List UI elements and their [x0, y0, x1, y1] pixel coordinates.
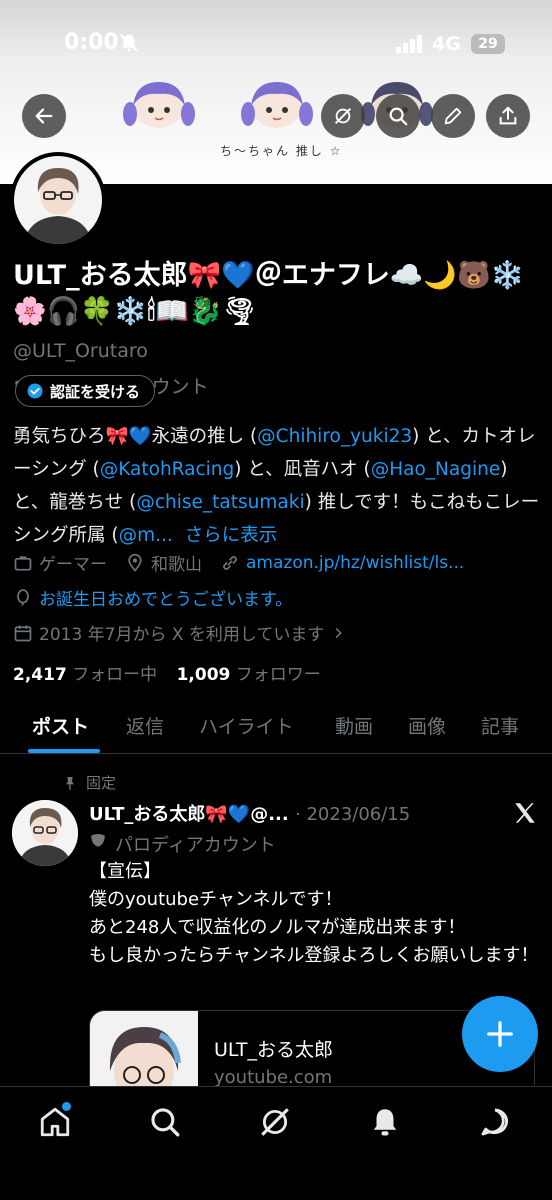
plus-icon: [487, 1021, 513, 1047]
get-verified-button[interactable]: 認証を受ける: [15, 375, 156, 407]
pinned-label: 固定: [86, 774, 117, 792]
arrow-left-icon: [35, 108, 53, 124]
briefcase-icon: [14, 555, 32, 570]
grok-icon: [334, 107, 352, 125]
followers-label: フォロワー: [235, 665, 321, 685]
search-icon: [389, 107, 408, 126]
profile-website-link[interactable]: amazon.jp/hz/wishlist/ls...: [246, 553, 464, 573]
pinned-indicator: 固定: [62, 772, 116, 793]
banner-doodle-text: ち～ちゃん 推し ☆: [220, 144, 343, 158]
tab-photos[interactable]: 画像: [408, 712, 446, 739]
grok-icon[interactable]: [258, 1105, 292, 1139]
pencil-icon: [444, 107, 462, 125]
home-notification-dot: [62, 1102, 71, 1111]
profile-category: ゲーマー: [39, 555, 107, 575]
following-link[interactable]: 2,417 フォロー中: [13, 665, 157, 685]
grok-button[interactable]: [321, 94, 365, 138]
profile-avatar[interactable]: [10, 152, 106, 248]
bio-mention-link[interactable]: @m...: [119, 525, 173, 546]
verified-badge-icon: [27, 383, 43, 399]
edit-button[interactable]: [431, 94, 475, 138]
bio-text: 勇気ちひろ🎀💙永遠の推し (: [13, 426, 258, 447]
network-type: 4G: [432, 33, 461, 55]
post-line: あと248人で収益化のノルマが達成出来ます！: [89, 917, 466, 938]
post-parody-row: パロディアカウント: [89, 831, 276, 857]
bio-mention-link[interactable]: @Chihiro_yuki23: [257, 426, 412, 447]
card-domain: youtube.com: [214, 1067, 333, 1088]
tab-highlights[interactable]: ハイライト: [199, 712, 294, 739]
compose-post-button[interactable]: [462, 996, 538, 1072]
profile-handle: @ULT_Orutaro: [13, 340, 148, 362]
follow-counts: 2,417 フォロー中 1,009 フォロワー: [13, 660, 321, 685]
active-tab-indicator: [28, 749, 100, 753]
share-icon: [499, 106, 517, 125]
battery-indicator: 29: [471, 34, 505, 54]
avatar-image: [12, 800, 78, 866]
pin-icon: [66, 776, 74, 790]
bio-text: ) と、凪音ハオ (: [234, 459, 371, 480]
messages-icon[interactable]: [478, 1105, 512, 1139]
signal-icon: [396, 35, 422, 53]
bottom-navigation: [0, 1086, 552, 1200]
post-author-avatar[interactable]: [12, 800, 78, 866]
banner-chibi-drawing: [241, 82, 313, 128]
joined-row[interactable]: 2013 年7月から X を利用しています: [13, 620, 346, 645]
bio-mention-link[interactable]: @KatohRacing: [100, 459, 235, 480]
profile-location: 和歌山: [151, 555, 202, 575]
get-verified-label: 認証を受ける: [50, 382, 141, 401]
tab-articles[interactable]: 記事: [481, 712, 519, 739]
avatar-image: [14, 156, 102, 244]
status-bar: 0:00 4G 29: [0, 0, 552, 80]
search-button[interactable]: [376, 94, 420, 138]
post-header: ULT_おる太郎🎀💙@... · 2023/06/15: [89, 800, 459, 826]
mask-icon: [91, 834, 105, 847]
tab-replies[interactable]: 返信: [126, 712, 164, 739]
search-icon[interactable]: [148, 1105, 182, 1139]
profile-tabs: ポスト 返信 ハイライト 動画 画像 記事: [0, 700, 552, 754]
calendar-icon: [14, 625, 32, 641]
post-date[interactable]: · 2023/06/15: [295, 804, 410, 825]
post-author-name[interactable]: ULT_おる太郎🎀💙@...: [89, 804, 289, 825]
post-body: 【宣伝】 僕のyoutubeチャンネルです！ あと248人で収益化のノルマが達成…: [89, 858, 539, 970]
banner-chibi-drawing: [123, 82, 195, 128]
location-pin-icon: [128, 553, 142, 572]
balloon-icon: [17, 588, 29, 606]
bio-mention-link[interactable]: @chise_tatsumaki: [136, 492, 304, 513]
bio-mention-link[interactable]: @Hao_Nagine: [371, 459, 500, 480]
profile-display-name: ULT_おる太郎🎀💙＠エナフレ☁️🌙🐻❄️🌸🎧🍀❄️🕯📖🐉🌪: [13, 260, 525, 327]
birthday-message: お誕生日おめでとうございます。: [39, 590, 293, 610]
post-line: もし良かったらチャンネル登録よろしくお願いします！: [89, 945, 539, 966]
share-button[interactable]: [486, 94, 530, 138]
card-title: ULT_おる太郎: [214, 1039, 333, 1061]
post-line: 僕のyoutubeチャンネルです！: [89, 889, 343, 910]
following-count: 2,417: [13, 665, 67, 685]
chevron-right-icon: [335, 627, 343, 638]
post-parody-label: パロディアカウント: [115, 835, 276, 856]
bell-icon[interactable]: [368, 1105, 402, 1139]
followers-count: 1,009: [176, 665, 231, 685]
show-more-link[interactable]: さらに表示: [185, 525, 278, 546]
status-time: 0:00: [64, 30, 119, 55]
followers-link[interactable]: 1,009 フォロワー: [177, 665, 321, 685]
back-button[interactable]: [22, 94, 66, 138]
tab-posts[interactable]: ポスト: [32, 712, 89, 739]
x-logo-icon: [515, 803, 535, 823]
profile-bio: 勇気ちひろ🎀💙永遠の推し (@Chihiro_yuki23) と、カトオレーシン…: [13, 420, 543, 552]
tab-videos[interactable]: 動画: [335, 712, 373, 739]
link-icon: [223, 555, 237, 570]
silent-bell-icon: [119, 33, 139, 53]
post-line: 【宣伝】: [89, 861, 161, 882]
profile-meta-row: ゲーマー 和歌山 amazon.jp/hz/wishlist/ls...: [13, 550, 464, 575]
following-label: フォロー中: [72, 665, 158, 685]
birthday-row: お誕生日おめでとうございます。: [13, 585, 292, 610]
joined-date: 2013 年7月から X を利用しています: [39, 625, 325, 645]
